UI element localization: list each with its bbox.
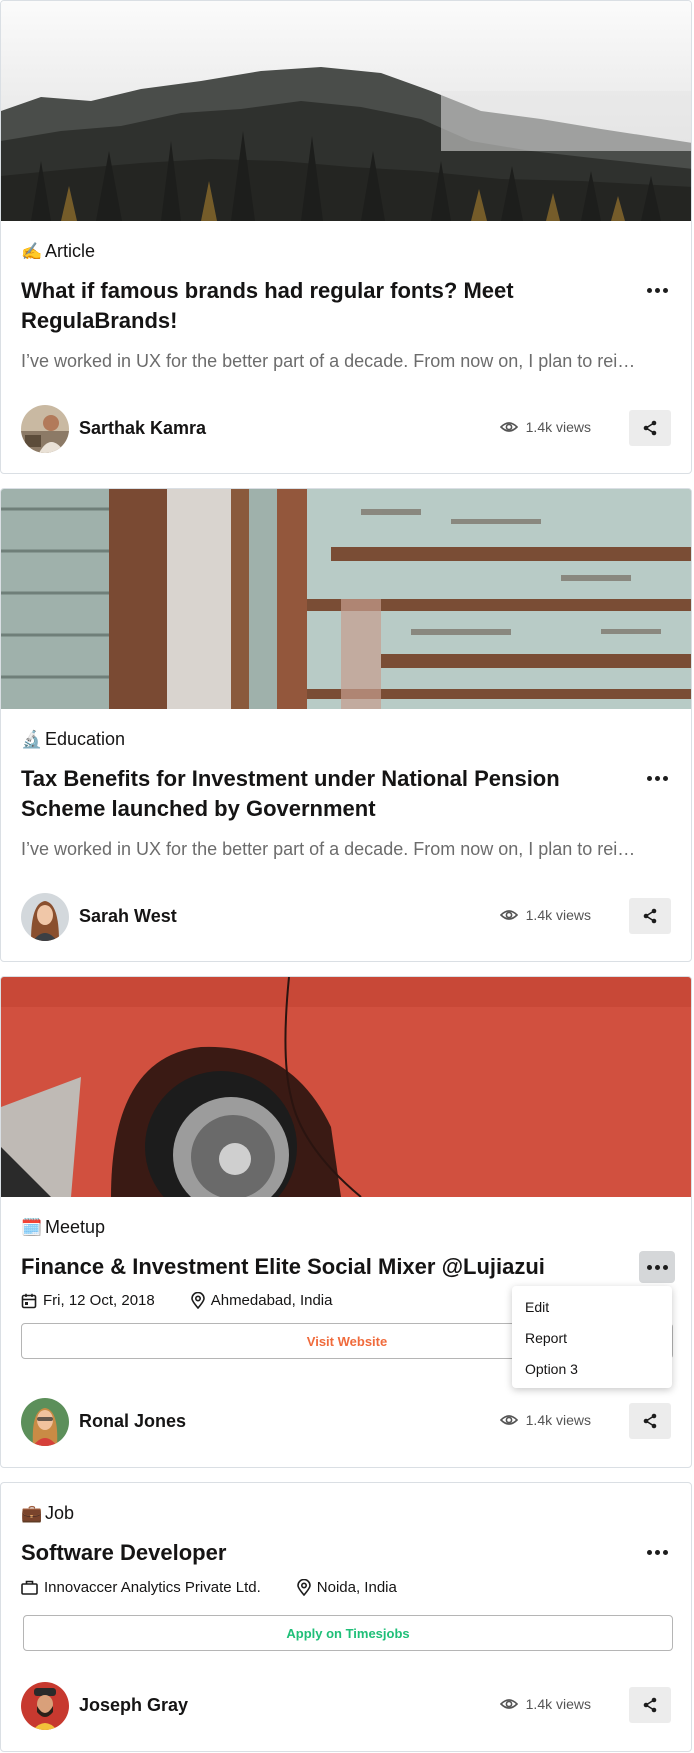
view-count: 1.4k views (499, 907, 591, 923)
meetup-card[interactable]: 🗓️ Meetup Finance & Investment Elite Soc… (0, 976, 692, 1468)
share-icon (643, 1697, 657, 1713)
card-image-peeling-paint (1, 489, 691, 709)
share-button[interactable] (629, 1403, 671, 1439)
eye-icon (499, 910, 518, 920)
event-date: Fri, 12 Oct, 2018 (21, 1292, 155, 1309)
location-label: Noida, India (316, 1579, 397, 1596)
card-title[interactable]: Software Developer (21, 1538, 621, 1568)
share-icon (643, 908, 657, 924)
category-tag: ✍️ Article (21, 241, 95, 262)
dropdown-item-edit[interactable]: Edit (512, 1292, 672, 1323)
category-tag: 🔬 Education (21, 729, 125, 750)
calendar-icon (21, 1293, 37, 1308)
more-dots-icon (646, 287, 668, 293)
avatar[interactable] (21, 405, 69, 453)
card-title[interactable]: Tax Benefits for Investment under Nation… (21, 764, 621, 824)
more-dots-icon (646, 1264, 668, 1270)
location-label: Ahmedabad, India (210, 1292, 333, 1309)
card-title[interactable]: Finance & Investment Elite Social Mixer … (21, 1252, 621, 1282)
card-footer: Sarthak Kamra 1.4k views (21, 405, 671, 453)
author-name[interactable]: Ronal Jones (79, 1411, 186, 1432)
more-dots-icon (646, 775, 668, 781)
more-dots-icon (646, 1549, 668, 1555)
apply-button[interactable]: Apply on Timesjobs (23, 1615, 673, 1651)
category-tag: 🗓️ Meetup (21, 1217, 105, 1238)
job-card[interactable]: 💼 Job Software Developer Innovaccer Anal… (0, 1482, 692, 1752)
card-footer: Ronal Jones 1.4k views (21, 1398, 671, 1446)
category-tag: 💼 Job (21, 1503, 74, 1524)
view-count: 1.4k views (499, 1696, 591, 1712)
more-options-button[interactable] (639, 762, 675, 794)
view-count: 1.4k views (499, 419, 591, 435)
company-label: Innovaccer Analytics Private Ltd. (44, 1579, 261, 1596)
more-options-button[interactable] (639, 1536, 675, 1568)
job-company: Innovaccer Analytics Private Ltd. (21, 1579, 261, 1596)
category-label: Job (45, 1503, 75, 1523)
avatar[interactable] (21, 1398, 69, 1446)
views-label: 1.4k views (525, 1696, 591, 1712)
briefcase-icon (21, 1580, 38, 1595)
author-name[interactable]: Sarah West (79, 906, 177, 927)
job-location: Noida, India (296, 1579, 397, 1596)
card-footer: Joseph Gray 1.4k views (21, 1682, 671, 1730)
writing-hand-icon: ✍️ (21, 241, 43, 261)
card-title[interactable]: What if famous brands had regular fonts?… (21, 276, 621, 336)
more-options-button[interactable] (639, 1251, 675, 1283)
author-name[interactable]: Sarthak Kamra (79, 418, 206, 439)
category-label: Article (45, 241, 96, 261)
dropdown-item-report[interactable]: Report (512, 1323, 672, 1354)
briefcase-emoji-icon: 💼 (21, 1503, 43, 1523)
views-label: 1.4k views (525, 907, 591, 923)
eye-icon (499, 422, 518, 432)
card-image-red-car (1, 977, 691, 1197)
microscope-icon: 🔬 (21, 729, 43, 749)
calendar-emoji-icon: 🗓️ (21, 1217, 43, 1237)
event-location: Ahmedabad, India (190, 1292, 333, 1309)
more-options-button[interactable] (639, 274, 675, 306)
share-button[interactable] (629, 1687, 671, 1723)
card-excerpt: I’ve worked in UX for the better part of… (21, 351, 636, 371)
share-icon (643, 420, 657, 436)
card-footer: Sarah West 1.4k views (21, 893, 671, 941)
avatar[interactable] (21, 1682, 69, 1730)
event-meta: Fri, 12 Oct, 2018 Ahmedabad, India (21, 1292, 332, 1309)
card-image-forest (1, 1, 691, 221)
dropdown-item-option-3[interactable]: Option 3 (512, 1354, 672, 1385)
more-options-dropdown: Edit Report Option 3 (512, 1286, 672, 1388)
education-card[interactable]: 🔬 Education Tax Benefits for Investment … (0, 488, 692, 962)
category-label: Education (45, 729, 126, 749)
location-pin-icon (296, 1579, 311, 1596)
share-button[interactable] (629, 410, 671, 446)
share-button[interactable] (629, 898, 671, 934)
date-label: Fri, 12 Oct, 2018 (43, 1292, 155, 1309)
share-icon (643, 1413, 657, 1429)
view-count: 1.4k views (499, 1412, 591, 1428)
card-excerpt: I’ve worked in UX for the better part of… (21, 839, 636, 859)
avatar[interactable] (21, 893, 69, 941)
eye-icon (499, 1699, 518, 1709)
views-label: 1.4k views (525, 1412, 591, 1428)
author-name[interactable]: Joseph Gray (79, 1695, 188, 1716)
job-meta: Innovaccer Analytics Private Ltd. Noida,… (21, 1579, 397, 1596)
location-pin-icon (190, 1292, 205, 1309)
eye-icon (499, 1415, 518, 1425)
article-card[interactable]: ✍️ Article What if famous brands had reg… (0, 0, 692, 474)
category-label: Meetup (45, 1217, 106, 1237)
views-label: 1.4k views (525, 419, 591, 435)
